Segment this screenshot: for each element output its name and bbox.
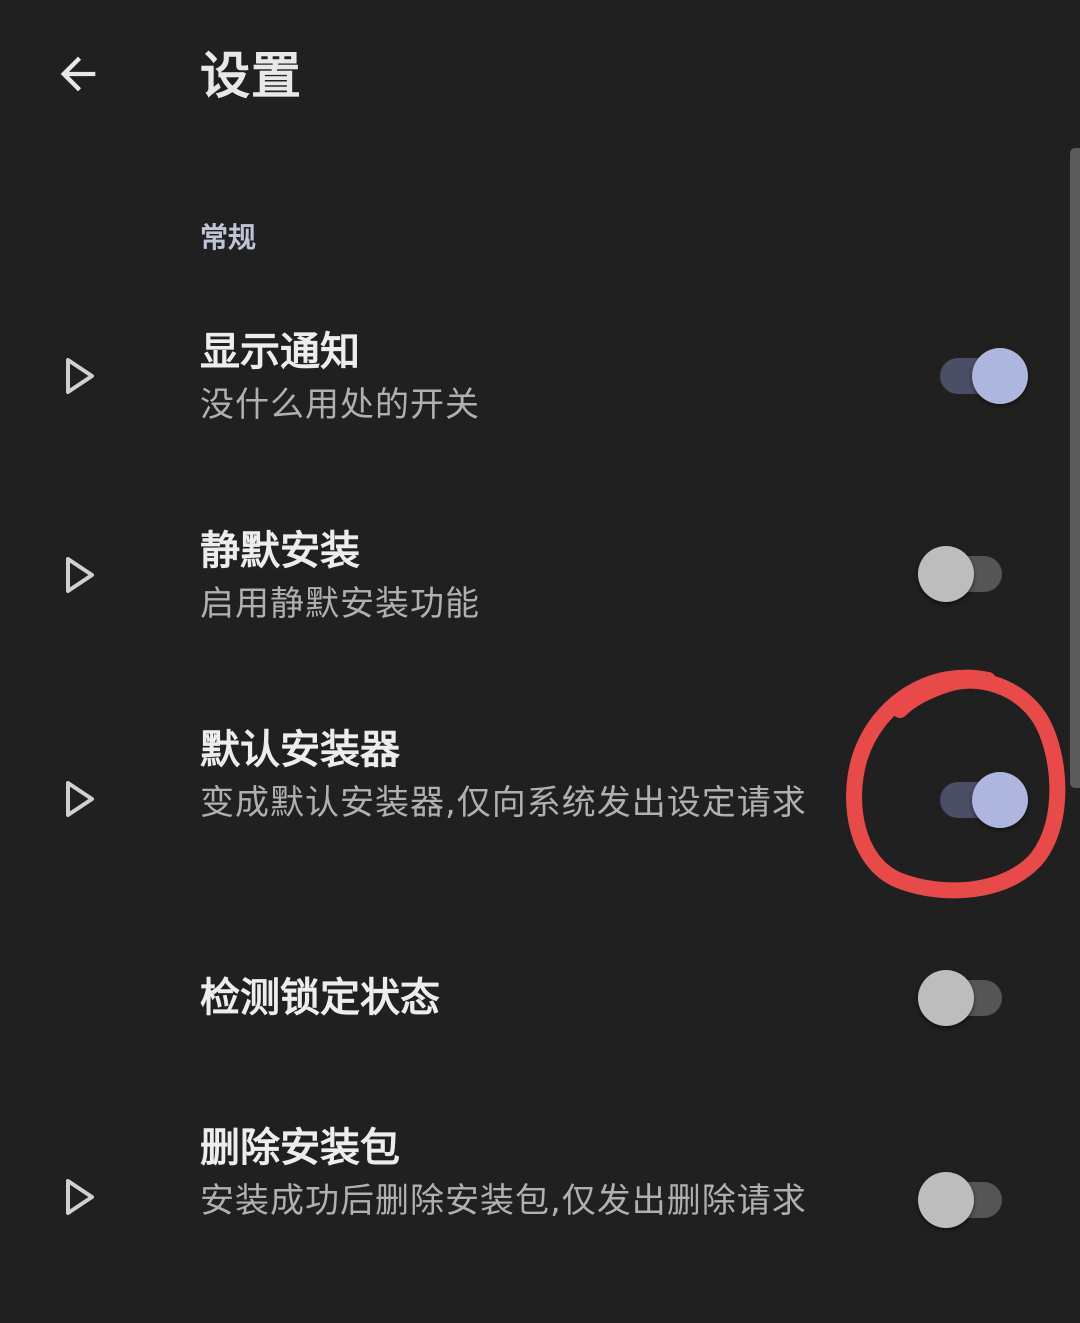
switch-thumb: [918, 546, 974, 602]
pref-text: 删除安装包 安装成功后删除安装包,仅发出删除请求: [200, 1120, 855, 1226]
pref-text: 默认安装器 变成默认安装器,仅向系统发出设定请求: [200, 722, 855, 828]
silent-install-switch[interactable]: [918, 546, 1006, 602]
arrow-back-icon: [60, 56, 96, 92]
expand-icon[interactable]: [56, 551, 104, 599]
app-bar: 设置: [0, 0, 1080, 150]
pref-summary: 安装成功后删除安装包,仅发出删除请求: [200, 1181, 807, 1221]
pref-title: 检测锁定状态: [200, 975, 440, 1021]
play-arrow-outline-icon: [66, 781, 94, 817]
detect-lock-state-switch[interactable]: [918, 970, 1006, 1026]
section-header: 常规: [200, 221, 257, 254]
pref-title: 删除安装包: [200, 1125, 400, 1171]
pref-summary: 启用静默安装功能: [200, 584, 480, 624]
switch-thumb: [918, 1172, 974, 1228]
pref-summary: 变成默认安装器,仅向系统发出设定请求: [200, 783, 807, 823]
pref-text: 静默安装 启用静默安装功能: [200, 523, 855, 629]
pref-text: 显示通知 没什么用处的开关: [200, 324, 855, 430]
switch-thumb: [972, 348, 1028, 404]
play-arrow-outline-icon: [66, 358, 94, 394]
default-installer-switch[interactable]: [920, 772, 1028, 828]
scrollbar[interactable]: [1070, 148, 1080, 788]
play-arrow-outline-icon: [66, 1179, 94, 1215]
pref-title: 显示通知: [200, 329, 360, 375]
switch-thumb: [972, 772, 1028, 828]
pref-title: 默认安装器: [200, 727, 400, 773]
pref-summary: 没什么用处的开关: [200, 385, 480, 425]
pref-show-notification[interactable]: 显示通知 没什么用处的开关: [0, 320, 1060, 440]
expand-icon[interactable]: [56, 775, 104, 823]
pref-text: 检测锁定状态: [200, 970, 855, 1026]
switch-thumb: [918, 970, 974, 1026]
show-notification-switch[interactable]: [920, 348, 1028, 404]
settings-screen: 设置 常规 显示通知 没什么用处的开关 静默安装 启用静默安装功能 默认安装器 …: [0, 0, 1080, 1323]
expand-icon[interactable]: [56, 352, 104, 400]
delete-package-switch[interactable]: [918, 1172, 1006, 1228]
play-arrow-outline-icon: [66, 557, 94, 593]
expand-icon[interactable]: [56, 1173, 104, 1221]
pref-detect-lock-state[interactable]: 检测锁定状态: [0, 968, 1060, 1032]
back-button[interactable]: [40, 36, 116, 112]
pref-silent-install[interactable]: 静默安装 启用静默安装功能: [0, 519, 1060, 639]
pref-title: 静默安装: [200, 528, 360, 574]
page-title: 设置: [200, 47, 302, 105]
pref-delete-package[interactable]: 删除安装包 安装成功后删除安装包,仅发出删除请求: [0, 1118, 1060, 1288]
pref-default-installer[interactable]: 默认安装器 变成默认安装器,仅向系统发出设定请求: [0, 720, 1060, 890]
